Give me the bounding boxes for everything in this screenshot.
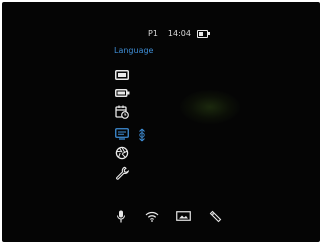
battery-icon[interactable] <box>114 85 130 101</box>
tag-icon[interactable] <box>207 209 223 223</box>
wifi-icon[interactable] <box>144 209 160 223</box>
wrench-icon[interactable] <box>114 165 130 181</box>
clock: 14:04 <box>167 28 191 38</box>
calendar-clock-icon[interactable] <box>114 104 130 120</box>
display-brightness-icon[interactable] <box>114 67 130 83</box>
battery-icon <box>196 29 210 38</box>
menu-title: Language <box>114 46 154 55</box>
microphone-icon[interactable] <box>113 209 129 223</box>
language-icon[interactable] <box>114 126 130 142</box>
device-screen: P1 14:04 Language <box>2 2 320 242</box>
globe-icon <box>136 127 148 142</box>
aperture-icon[interactable] <box>114 145 130 161</box>
target-glow <box>180 90 240 124</box>
profile-label: P1 <box>148 28 158 38</box>
status-bar: P1 14:04 <box>148 27 210 39</box>
image-icon[interactable] <box>175 209 191 223</box>
